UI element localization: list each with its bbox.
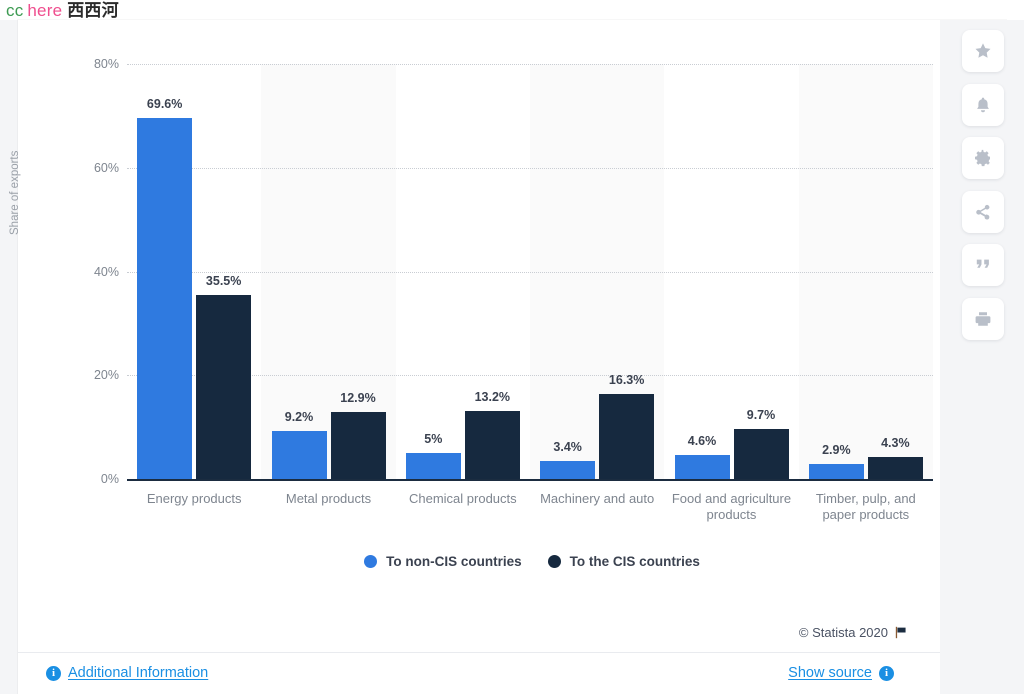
bar-value-label: 9.2% <box>284 410 314 425</box>
y-tick-label: 20% <box>93 368 119 383</box>
legend-swatch-icon <box>364 555 378 568</box>
chart-container: Share of exports 0% 20% 40% 60% 80% 69.6% 35.… <box>9 20 1006 694</box>
bar-value-label: 16.3% <box>608 373 645 388</box>
bar-value-label: 12.9% <box>340 391 376 406</box>
gear-button[interactable] <box>962 137 1004 179</box>
plot-area: 69.6% 35.5% 9.2% 12.9% 5% 13.2% 3.4% 16.3% 4.6% 9… <box>127 64 933 479</box>
y-axis-ticks: 0% 20% 40% 60% 80% <box>67 57 119 486</box>
bar-value-label: 4.3% <box>881 435 910 450</box>
statistic-card: Share of exports 0% 20% 40% 60% 80% 69.6% 35.… <box>9 20 1006 694</box>
x-tick-label: Machinery and auto <box>540 491 655 506</box>
bar[interactable] <box>867 456 923 479</box>
legend-item[interactable]: To the CIS countries <box>547 554 700 569</box>
watermark-cn: 西西河 <box>67 1 119 21</box>
x-tick-label: Food and agriculture products <box>671 491 792 522</box>
print-button[interactable] <box>962 297 1004 340</box>
bar[interactable] <box>405 453 461 479</box>
bar[interactable] <box>674 455 730 479</box>
bar[interactable] <box>330 412 386 479</box>
x-tick-label: Metal products <box>285 491 372 506</box>
quote-icon <box>976 259 989 268</box>
legend-swatch-icon <box>547 555 561 568</box>
info-icon: i <box>46 665 61 681</box>
y-tick-label: 40% <box>93 264 119 279</box>
additional-information-label: Additional Information <box>68 665 209 681</box>
show-source-label: Show source <box>788 665 872 681</box>
bar-value-label: 69.6% <box>146 96 183 111</box>
quote-button[interactable] <box>962 244 1004 286</box>
bar-value-label: 3.4% <box>553 440 582 455</box>
x-tick-label: Energy products <box>146 491 242 506</box>
bar-value-label: 13.2% <box>474 389 511 404</box>
bar-value-label: 4.6% <box>687 434 717 449</box>
star-icon <box>975 43 991 58</box>
bell-button[interactable] <box>962 83 1004 126</box>
bar[interactable] <box>464 410 520 479</box>
x-tick-label: Timber, pulp, and paper products <box>815 491 916 522</box>
y-tick-label: 80% <box>93 57 119 71</box>
bell-icon <box>977 97 989 112</box>
screenshot-root: cc here 西西河 Share of exports 0% 20% 40% 60% 80… <box>0 0 1024 694</box>
bar[interactable] <box>540 461 596 479</box>
legend-label: To the CIS countries <box>569 554 700 569</box>
bar[interactable] <box>196 294 252 479</box>
show-source-button[interactable]: Show source i <box>788 665 894 681</box>
watermark-cc: cc <box>6 1 24 20</box>
bar-value-label: 2.9% <box>822 442 851 457</box>
action-rail <box>940 20 1024 694</box>
card-footer: i Additional Information Show source i <box>18 652 1006 694</box>
additional-information-button[interactable]: i Additional Information <box>46 665 208 681</box>
legend-label: To non-CIS countries <box>386 554 522 569</box>
print-icon <box>975 311 991 326</box>
bar-value-label: 5% <box>424 432 443 447</box>
y-tick-label: 0% <box>100 472 119 486</box>
y-tick-label: 60% <box>93 160 119 175</box>
x-tick-label: Chemical products <box>408 491 517 506</box>
chart-legend: To non-CIS countries To the CIS countries <box>18 554 1024 569</box>
bar[interactable] <box>137 117 193 479</box>
gridline <box>127 167 933 169</box>
bar[interactable] <box>271 431 327 479</box>
watermark-here: here <box>27 1 63 20</box>
x-axis-line <box>127 479 933 481</box>
share-button[interactable] <box>962 190 1004 233</box>
gridline <box>127 271 933 273</box>
bar-value-label: 9.7% <box>746 407 776 422</box>
star-button[interactable] <box>962 30 1004 72</box>
bar[interactable] <box>808 463 864 479</box>
bar-value-label: 35.5% <box>205 273 242 288</box>
bar[interactable] <box>733 428 789 479</box>
left-gutter <box>0 20 18 694</box>
copyright-text: © Statista 2020 <box>798 625 888 640</box>
copyright: © Statista 2020 <box>799 625 908 640</box>
flag-icon[interactable] <box>895 626 908 639</box>
bar[interactable] <box>599 394 655 479</box>
share-icon <box>976 204 990 220</box>
gridline <box>127 64 933 65</box>
gear-icon <box>975 149 990 167</box>
watermark: cc here 西西河 <box>6 0 119 22</box>
y-axis-title: Share of exports <box>9 150 21 235</box>
legend-item[interactable]: To non-CIS countries <box>364 554 522 569</box>
info-icon: i <box>879 665 894 681</box>
